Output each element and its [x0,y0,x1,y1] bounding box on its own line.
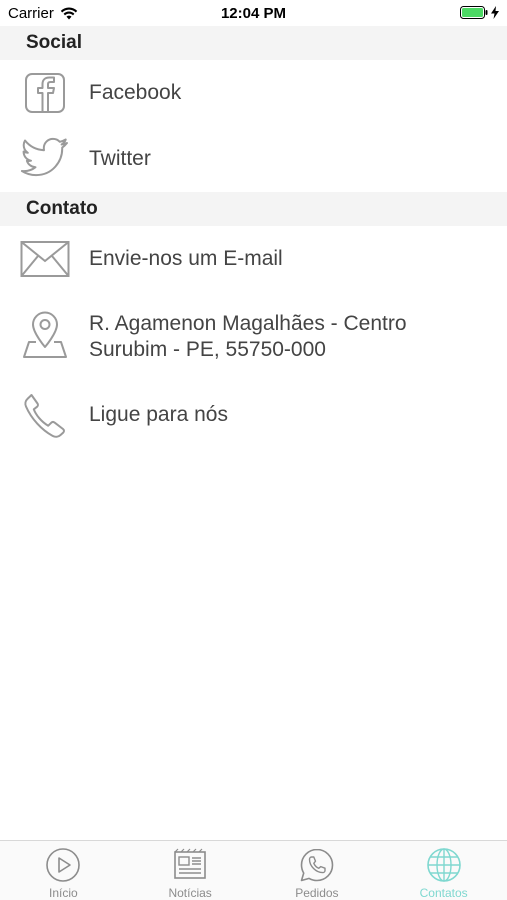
tab-noticias[interactable]: Notícias [127,841,254,900]
tab-contatos[interactable]: Contatos [380,841,507,900]
facebook-label: Facebook [89,81,182,104]
twitter-row[interactable]: Twitter [0,128,507,190]
section-header-social: Social [0,26,507,60]
tab-pedidos[interactable]: Pedidos [254,841,381,900]
status-bar: Carrier 12:04 PM [0,0,507,26]
tab-inicio[interactable]: Início [0,841,127,900]
tab-bar: Início Notícias Pedidos Contatos [0,840,507,900]
tab-label-pedidos: Pedidos [295,886,339,900]
twitter-icon [20,134,70,184]
newspaper-icon [172,847,208,883]
facebook-row[interactable]: Facebook [0,62,507,124]
address-row[interactable]: R. Agamenon Magalhães - Centro Surubim -… [0,300,507,374]
address-line-2: Surubim - PE, 55750-000 [89,338,326,361]
mail-icon [20,234,70,284]
email-row[interactable]: Envie-nos um E-mail [0,228,507,290]
section-header-contato: Contato [0,192,507,226]
phone-icon [20,390,70,440]
status-time: 12:04 PM [220,5,287,22]
tab-label-noticias: Notícias [168,886,212,900]
play-circle-icon [45,847,81,883]
phone-row[interactable]: Ligue para nós [0,384,507,446]
battery-indicator [460,6,499,19]
address-line-1: R. Agamenon Magalhães - Centro [89,312,407,335]
charging-bolt-icon [491,6,499,19]
battery-icon [460,6,488,19]
email-label: Envie-nos um E-mail [89,247,283,270]
whatsapp-icon [299,847,335,883]
phone-label: Ligue para nós [89,403,228,426]
address-label: R. Agamenon Magalhães - Centro Surubim -… [89,311,407,363]
globe-icon [426,847,462,883]
twitter-label: Twitter [89,147,151,170]
location-pin-icon [20,310,70,360]
facebook-icon [20,68,70,118]
tab-label-contatos: Contatos [419,886,468,900]
tab-label-inicio: Início [49,886,78,900]
